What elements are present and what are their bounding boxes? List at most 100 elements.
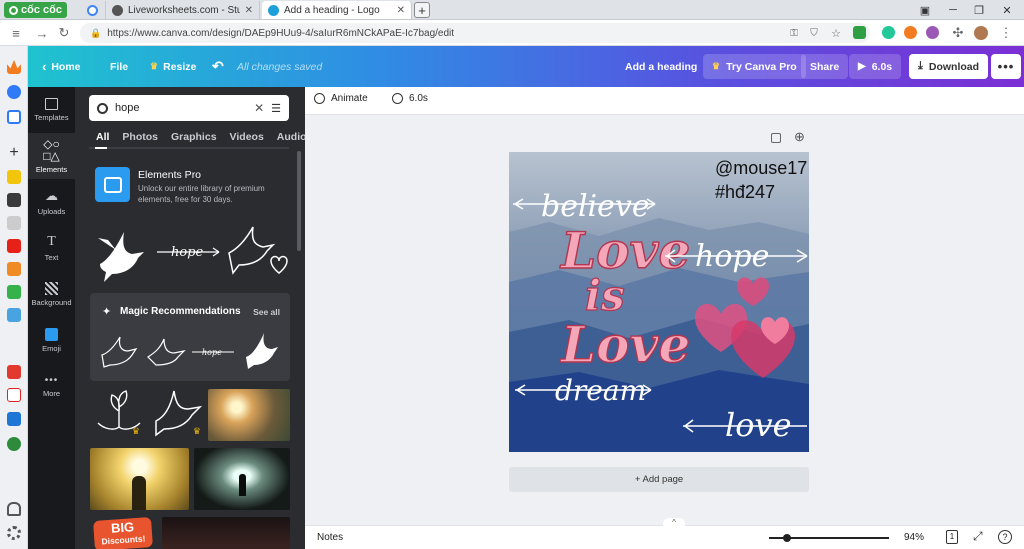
browser-tab-liveworksheets[interactable]: Liveworksheets.com - Studer ✕: [106, 1, 260, 19]
app-green-icon[interactable]: [7, 285, 21, 299]
app-cap-icon[interactable]: [7, 437, 21, 451]
big-discounts-ad[interactable]: BIG Discounts!: [92, 517, 156, 549]
clear-search-icon[interactable]: ✕: [254, 101, 264, 115]
duration-button[interactable]: 6.0s: [392, 93, 428, 104]
search-input[interactable]: hope ✕ ☰: [89, 95, 289, 121]
reload-icon[interactable]: ↻: [56, 25, 72, 41]
night-photo[interactable]: [162, 517, 290, 549]
tunnel-light-photo[interactable]: [194, 448, 290, 510]
extension-green-icon[interactable]: [882, 26, 895, 39]
browser-tab-canva[interactable]: Add a heading - Logo ✕: [262, 1, 412, 19]
messenger-icon[interactable]: [7, 85, 21, 99]
zoom-slider[interactable]: [769, 534, 889, 542]
close-tab-icon[interactable]: ✕: [397, 5, 405, 16]
minimize-icon[interactable]: ─: [944, 2, 962, 18]
dove-heart-graphic[interactable]: [225, 223, 289, 279]
see-all-link[interactable]: See all: [253, 307, 280, 317]
vtv-icon[interactable]: [7, 388, 21, 402]
tab-all[interactable]: All: [96, 131, 109, 143]
add-page-icon[interactable]: ⊕: [794, 129, 805, 145]
document-title[interactable]: Add a heading: [625, 46, 697, 87]
page-count-button[interactable]: 1: [946, 530, 958, 544]
menu-icon[interactable]: ≡: [8, 25, 24, 41]
rail-item-emoji[interactable]: Emoji: [28, 317, 75, 363]
share-button[interactable]: Share: [801, 54, 849, 79]
animate-button[interactable]: Animate: [314, 93, 368, 104]
rail-item-elements[interactable]: ◇○ □△ Elements: [28, 133, 75, 179]
forward-icon[interactable]: →: [34, 25, 50, 41]
notes-button[interactable]: Notes: [317, 532, 343, 543]
hands-plant-graphic[interactable]: ♛: [94, 387, 144, 439]
collapse-notes-icon[interactable]: ^: [663, 518, 685, 528]
app-gray-icon[interactable]: [7, 216, 21, 230]
magic-dove-graphic-3[interactable]: [242, 331, 280, 371]
hope-arrow-graphic[interactable]: hope: [155, 237, 223, 267]
puzzle-extensions-icon[interactable]: ✣: [950, 25, 966, 41]
magic-dove-graphic-1[interactable]: [100, 335, 140, 369]
star-icon[interactable]: ☆: [828, 25, 844, 41]
app-yellow-icon[interactable]: [7, 170, 21, 184]
filter-icon[interactable]: ☰: [271, 102, 281, 115]
rail-item-background[interactable]: Background: [28, 271, 75, 317]
undo-button[interactable]: ↶: [212, 46, 224, 87]
panel-scrollbar[interactable]: [297, 151, 301, 251]
close-window-icon[interactable]: ✕: [998, 2, 1016, 18]
key-icon[interactable]: ⚿: [786, 25, 802, 41]
crown-icon[interactable]: [7, 60, 21, 74]
close-tab-icon[interactable]: ✕: [245, 5, 253, 16]
resize-button[interactable]: ♛ Resize: [150, 46, 196, 87]
browser-tab-google[interactable]: [81, 1, 106, 19]
duplicate-page-icon[interactable]: [771, 133, 781, 143]
rail-item-text[interactable]: T Text: [28, 225, 75, 271]
flying-dove-graphic[interactable]: ♛: [150, 387, 205, 439]
dove-graphic[interactable]: [94, 220, 150, 284]
sale-icon[interactable]: [7, 412, 21, 426]
zoom-level[interactable]: 94%: [904, 532, 924, 543]
magic-dove-graphic-2[interactable]: [146, 335, 186, 369]
app-dark-icon[interactable]: [7, 193, 21, 207]
add-page-button[interactable]: + Add page: [509, 467, 809, 492]
restore-icon[interactable]: ❐: [970, 2, 988, 18]
app-blue-icon[interactable]: [7, 308, 21, 322]
zoom-slider-handle[interactable]: [783, 534, 791, 542]
youtube-icon[interactable]: [7, 239, 21, 253]
more-options-button[interactable]: •••: [991, 54, 1021, 79]
elements-icon: ◇○ □△: [43, 137, 60, 163]
url-field[interactable]: 🔒 https://www.canva.com/design/DAEp9HUu9…: [80, 23, 870, 43]
download-extension-icon[interactable]: [853, 26, 866, 39]
sunrise-person-photo[interactable]: [90, 448, 189, 510]
download-button[interactable]: ⤓ Download: [909, 54, 989, 79]
play-button[interactable]: ▶ 6.0s: [849, 54, 902, 79]
shield-icon[interactable]: ⛉: [806, 25, 822, 41]
add-app-icon[interactable]: +: [7, 145, 21, 161]
settings-gear-icon[interactable]: [7, 526, 21, 540]
extension-orange-icon[interactable]: [904, 26, 917, 39]
magic-hope-arrow-graphic[interactable]: hope: [190, 343, 236, 361]
rail-item-more[interactable]: ••• More: [28, 363, 75, 409]
new-tab-button[interactable]: +: [414, 2, 430, 18]
browser-menu-icon[interactable]: ⋮: [998, 25, 1014, 41]
browser-logo[interactable]: cốc cốc: [4, 2, 67, 18]
file-menu-button[interactable]: File: [110, 46, 128, 87]
tab-search-icon[interactable]: ▣: [916, 2, 934, 18]
app-orange-icon[interactable]: [7, 262, 21, 276]
extension-color-icon[interactable]: [926, 26, 939, 39]
design-canvas[interactable]: believe Love is Love hope dream love @mo…: [509, 152, 809, 452]
zalo-icon[interactable]: [7, 110, 21, 124]
profile-avatar[interactable]: [974, 26, 988, 40]
sunset-grass-photo[interactable]: [208, 389, 290, 441]
tab-graphics[interactable]: Graphics: [171, 131, 217, 143]
tab-photos[interactable]: Photos: [122, 131, 158, 143]
notification-bell-icon[interactable]: [7, 502, 21, 516]
rail-item-uploads[interactable]: ☁ Uploads: [28, 179, 75, 225]
app-red-icon[interactable]: [7, 365, 21, 379]
fullscreen-icon[interactable]: ⤢: [973, 529, 983, 544]
home-button[interactable]: ‹ Home: [42, 46, 81, 87]
tab-videos[interactable]: Videos: [230, 131, 264, 143]
elements-pro-icon: [95, 167, 130, 202]
elements-pro-banner[interactable]: Elements Pro Unlock our entire library o…: [95, 167, 295, 207]
rail-item-templates[interactable]: Templates: [28, 87, 75, 133]
help-icon[interactable]: ?: [998, 530, 1012, 544]
try-canva-pro-button[interactable]: ♛ Try Canva Pro: [703, 54, 806, 79]
tab-audio[interactable]: Audio: [277, 131, 305, 143]
